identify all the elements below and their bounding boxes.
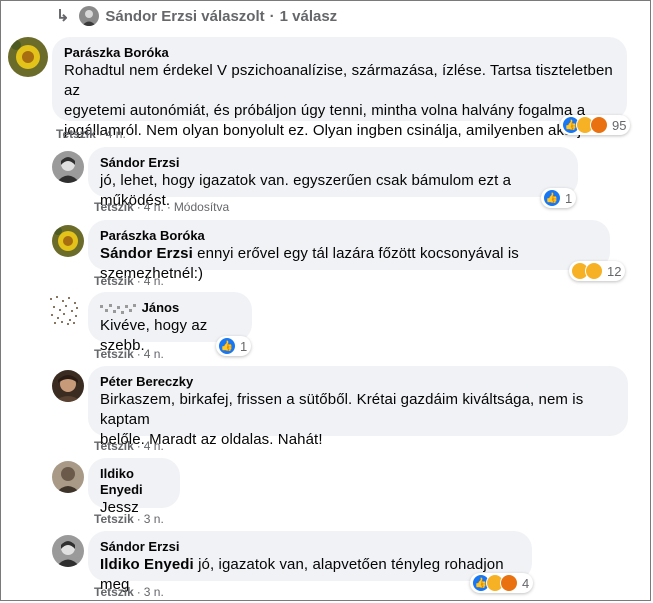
redacted-name-scribble <box>100 303 138 315</box>
comment-actions: Tetszik · 3 n. <box>94 512 164 526</box>
reaction-count: 1 <box>565 190 573 206</box>
comment-text: Rohadtul nem érdekel V pszichoanalízise,… <box>64 61 615 141</box>
mention-link[interactable]: Ildiko Enyedi <box>100 556 194 573</box>
comment-bubble: Péter Bereczky Birkaszem, birkafej, fris… <box>88 366 628 448</box>
comment-actions: Tetszik · 4 n. <box>56 127 126 141</box>
comment-time[interactable]: 4 n. <box>106 127 126 141</box>
replies-header-name: Sándor Erzsi válaszolt <box>105 7 265 25</box>
mention-link[interactable]: Sándor Erzsi <box>100 245 193 262</box>
comment-text: Birkaszem, birkafej, frissen a sütőből. … <box>100 390 616 450</box>
reaction-count: 12 <box>607 263 622 279</box>
comment-bubble: Sándor Erzsi jó, lehet, hogy igazatok va… <box>88 147 578 209</box>
comment-line: Birkaszem, birkafej, frissen a sütőből. … <box>100 391 584 428</box>
reaction-count: 4 <box>522 575 530 591</box>
reactions-summary[interactable]: 12 <box>569 261 626 281</box>
comment-time[interactable]: 4 n. <box>144 200 164 214</box>
comment-author[interactable]: Parászka Boróka <box>100 228 598 244</box>
comment-line: jogállamról. Nem olyan bonyolult ez. Oly… <box>64 122 590 139</box>
like-button[interactable]: Tetszik <box>94 585 134 599</box>
like-reaction-icon: 👍 <box>543 189 561 207</box>
comment-author[interactable]: Péter Bereczky <box>100 374 616 390</box>
like-button[interactable]: Tetszik <box>94 347 134 361</box>
comment-time[interactable]: 4 n. <box>144 439 164 453</box>
avatar[interactable] <box>52 461 84 493</box>
avatar[interactable] <box>52 151 84 183</box>
comment-time[interactable]: 4 n. <box>144 347 164 361</box>
replies-header[interactable]: ↳ Sándor Erzsi válaszolt · 1 válasz <box>56 4 337 28</box>
reactions-summary[interactable]: 👍 4 <box>470 573 534 593</box>
like-button[interactable]: Tetszik <box>94 274 134 288</box>
like-button[interactable]: Tetszik <box>56 127 96 141</box>
comment-actions: Tetszik · 4 n. <box>94 347 164 361</box>
reply-arrow-icon: ↳ <box>56 8 70 25</box>
wow-reaction-icon <box>585 262 603 280</box>
replies-count: 1 válasz <box>279 7 338 25</box>
comment-actions: Tetszik · 4 n. · Módosítva <box>94 200 230 214</box>
comment-actions: Tetszik · 4 n. <box>94 439 164 453</box>
comment-time[interactable]: 3 n. <box>144 512 164 526</box>
comment-bubble: János Kivéve, hogy az szebb. <box>88 292 252 354</box>
comment-actions: Tetszik · 4 n. <box>94 274 164 288</box>
avatar[interactable] <box>48 294 80 326</box>
comment-line: belőle. Maradt az oldalas. Nahát! <box>100 431 323 448</box>
like-button[interactable]: Tetszik <box>94 512 134 526</box>
like-reaction-icon: 👍 <box>218 337 236 355</box>
comment-time[interactable]: 4 n. <box>144 274 164 288</box>
angry-reaction-icon <box>590 116 608 134</box>
comment-text: Sándor Erzsi ennyi erővel egy tál lazára… <box>100 244 598 284</box>
avatar[interactable] <box>52 535 84 567</box>
edited-label[interactable]: Módosítva <box>174 200 229 214</box>
comment-author[interactable]: Parászka Boróka <box>64 45 615 61</box>
comment-author[interactable]: János <box>100 300 240 316</box>
reaction-count: 1 <box>240 338 248 354</box>
comment-author[interactable]: Ildiko Enyedi <box>100 466 168 498</box>
comment-actions: Tetszik · 3 n. <box>94 585 164 599</box>
header-separator: · <box>269 7 275 25</box>
like-button[interactable]: Tetszik <box>94 439 134 453</box>
comment-author-name: János <box>141 300 180 315</box>
comment-line: Rohadtul nem érdekel V pszichoanalízise,… <box>64 62 613 99</box>
comment-bubble: Parászka Boróka Rohadtul nem érdekel V p… <box>52 37 627 139</box>
avatar[interactable] <box>52 370 84 402</box>
like-button[interactable]: Tetszik <box>94 200 134 214</box>
comment-time[interactable]: 3 n. <box>144 585 164 599</box>
comment-author[interactable]: Sándor Erzsi <box>100 539 520 555</box>
comment-line: egyetemi autonómiát, és próbáljon úgy te… <box>64 102 586 119</box>
avatar <box>79 6 100 26</box>
reactions-summary[interactable]: 👍 1 <box>541 188 577 208</box>
reactions-summary[interactable]: 👍 1 <box>216 336 252 356</box>
comment-author[interactable]: Sándor Erzsi <box>100 155 566 171</box>
avatar[interactable] <box>8 37 48 77</box>
angry-reaction-icon <box>500 574 518 592</box>
avatar[interactable] <box>52 225 84 257</box>
reactions-summary[interactable]: 👍 95 <box>560 115 631 135</box>
comment-bubble: Sándor Erzsi Ildiko Enyedi jó, igazatok … <box>88 531 532 593</box>
comment-bubble: Ildiko Enyedi Jessz <box>88 458 180 516</box>
comment-bubble: Parászka Boróka Sándor Erzsi ennyi erőve… <box>88 220 610 282</box>
reaction-count: 95 <box>612 117 627 133</box>
